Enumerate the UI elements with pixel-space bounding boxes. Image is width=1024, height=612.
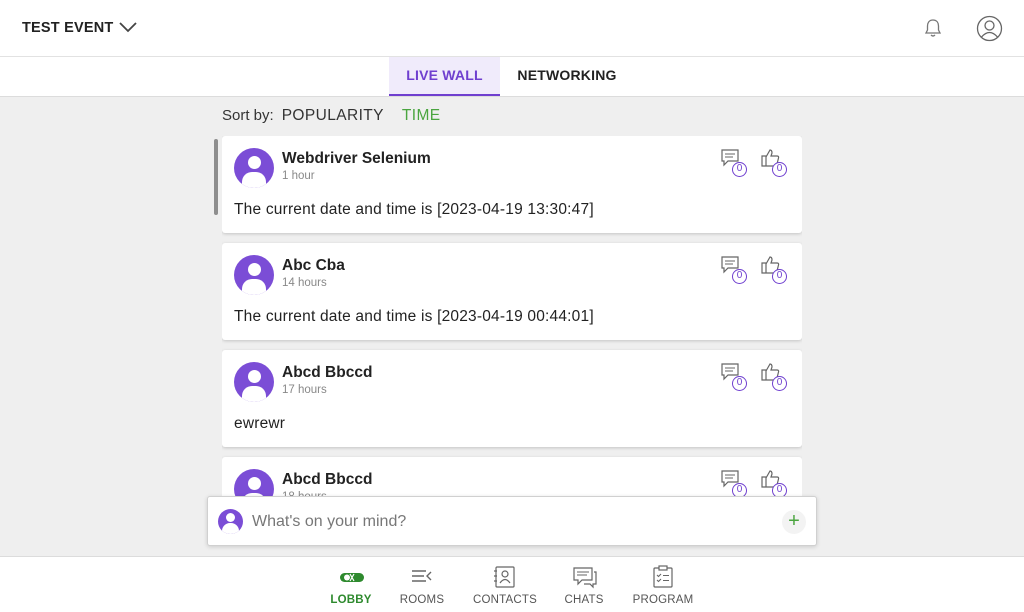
add-post-button[interactable]: + [782, 510, 806, 534]
comment-button[interactable]: 0 [720, 362, 750, 392]
event-title: TEST EVENT [22, 20, 114, 36]
comment-count: 0 [732, 162, 747, 177]
nav-rooms[interactable]: ROOMS [382, 557, 462, 612]
nav-lobby-label: LOBBY [330, 594, 372, 606]
nav-rooms-label: ROOMS [399, 594, 445, 606]
comment-count: 0 [732, 376, 747, 391]
post-content: The current date and time is [2023-04-19… [234, 308, 594, 325]
nav-contacts[interactable]: CONTACTS [465, 557, 545, 612]
sort-time-option[interactable]: TIME [402, 107, 441, 125]
like-button[interactable]: 0 [760, 469, 790, 499]
nav-program[interactable]: PROGRAM [623, 557, 703, 612]
comment-button[interactable]: 0 [720, 255, 750, 285]
avatar [218, 509, 243, 534]
tab-networking[interactable]: NETWORKING [504, 57, 630, 96]
sort-popularity-option[interactable]: POPULARITY [282, 107, 384, 125]
bottom-nav: LOBBY ROOMS CONTACTS CHATS PROGRAM [0, 556, 1024, 612]
post-time: 17 hours [282, 384, 327, 396]
comment-count: 0 [732, 269, 747, 284]
post-composer: + [207, 496, 817, 546]
like-count: 0 [772, 376, 787, 391]
like-button[interactable]: 0 [760, 148, 790, 178]
nav-chats-label: CHATS [564, 594, 604, 606]
nav-lobby[interactable]: LOBBY [311, 557, 391, 612]
post-author[interactable]: Webdriver Selenium [282, 150, 431, 168]
like-button[interactable]: 0 [760, 255, 790, 285]
post-card: Abc Cba 14 hours 0 0 The current date an… [222, 243, 802, 340]
like-count: 0 [772, 269, 787, 284]
top-bar: TEST EVENT [0, 0, 1024, 57]
nav-contacts-label: CONTACTS [473, 594, 537, 606]
nav-chats[interactable]: CHATS [544, 557, 624, 612]
post-author[interactable]: Abc Cba [282, 257, 345, 275]
like-button[interactable]: 0 [760, 362, 790, 392]
profile-icon[interactable] [976, 15, 1003, 42]
post-card: Webdriver Selenium 1 hour 0 0 The curren… [222, 136, 802, 233]
post-card: Abcd Bbccd 17 hours 0 0 ewrewr [222, 350, 802, 447]
post-feed: Webdriver Selenium 1 hour 0 0 The curren… [222, 136, 802, 546]
bell-icon[interactable] [922, 17, 944, 39]
post-content: ewrewr [234, 415, 286, 432]
sort-bar: Sort by: POPULARITY TIME [222, 107, 441, 125]
chats-icon [573, 567, 597, 589]
post-author[interactable]: Abcd Bbccd [282, 471, 372, 489]
post-time: 14 hours [282, 277, 327, 289]
avatar [234, 255, 274, 295]
comment-button[interactable]: 0 [720, 148, 750, 178]
tab-live-wall[interactable]: LIVE WALL [389, 57, 500, 96]
tab-bar: LIVE WALL NETWORKING [0, 57, 1024, 97]
like-count: 0 [772, 162, 787, 177]
post-time: 1 hour [282, 170, 315, 182]
scrollbar-thumb[interactable] [214, 139, 218, 215]
comment-button[interactable]: 0 [720, 469, 750, 499]
event-selector[interactable]: TEST EVENT [22, 20, 138, 36]
post-author[interactable]: Abcd Bbccd [282, 364, 372, 382]
post-input[interactable] [252, 509, 752, 535]
avatar [234, 362, 274, 402]
post-content: The current date and time is [2023-04-19… [234, 201, 594, 218]
chevron-down-icon [119, 22, 138, 33]
program-icon [653, 565, 673, 588]
sort-label: Sort by: [222, 107, 274, 124]
nav-program-label: PROGRAM [632, 594, 694, 606]
contacts-icon [494, 566, 515, 588]
rooms-icon [412, 570, 432, 582]
lobby-icon [340, 573, 364, 582]
avatar [234, 148, 274, 188]
